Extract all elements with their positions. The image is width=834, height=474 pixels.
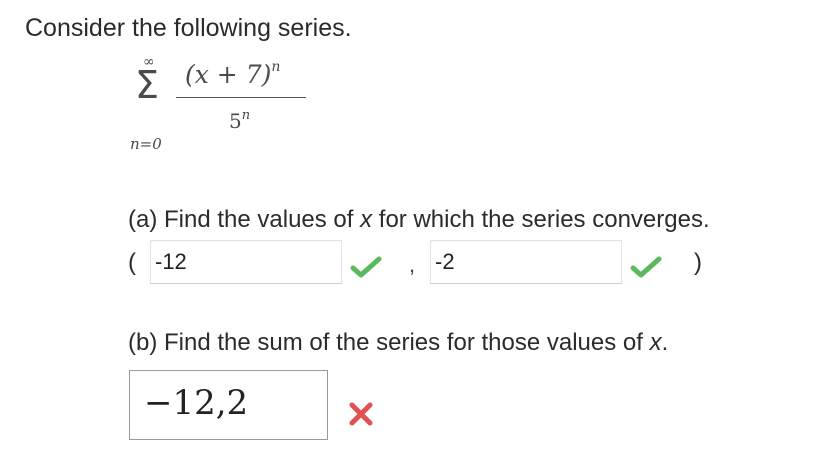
sigma-symbol: Σ [135, 63, 160, 107]
numerator-base: (x + 7) [185, 60, 272, 89]
series-formula: ∞ Σ n=0 (x + 7)n 5n [125, 52, 325, 162]
fraction-denominator: 5n [229, 104, 250, 133]
part-a-variable: x [360, 206, 373, 233]
part-a-suffix: for which the series converges. [372, 206, 710, 233]
denominator-base: 5 [229, 109, 242, 133]
sum-answer-input[interactable]: −12,2 [129, 370, 328, 440]
check-icon [350, 256, 382, 278]
part-a-question: (a) Find the values of x for which the s… [128, 205, 710, 235]
part-a-prefix: (a) Find the values of [128, 206, 361, 233]
close-paren: ) [694, 249, 702, 276]
sigma-lower-limit: n=0 [130, 135, 162, 153]
part-b-question: (b) Find the sum of the series for those… [128, 328, 668, 358]
fraction-bar [176, 97, 306, 98]
numerator-exponent: n [271, 59, 281, 75]
problem-intro: Consider the following series. [25, 14, 352, 42]
open-paren: ( [128, 249, 136, 276]
check-icon [630, 256, 662, 278]
denominator-exponent: n [241, 108, 251, 123]
part-b-suffix: . [661, 329, 669, 356]
part-b-prefix: (b) Find the sum of the series for those… [128, 329, 650, 356]
interval-separator: , [409, 252, 416, 277]
part-b-variable: x [649, 329, 662, 356]
x-icon [349, 402, 373, 426]
upper-bound-input[interactable]: -2 [430, 240, 622, 284]
lower-bound-input[interactable]: -12 [150, 240, 342, 284]
fraction-numerator: (x + 7)n [185, 52, 280, 90]
